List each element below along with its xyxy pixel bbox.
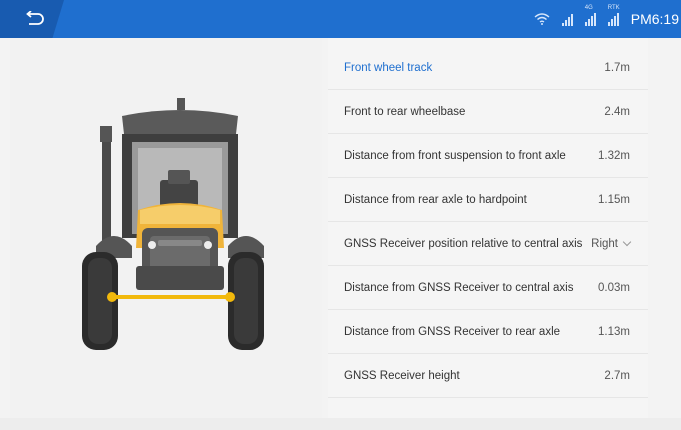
row-gnss-to-central-axis[interactable]: Distance from GNSS Receiver to central a… [328, 266, 648, 310]
row-front-suspension-to-front-axle[interactable]: Distance from front suspension to front … [328, 134, 648, 178]
position-dropdown[interactable]: Right [591, 237, 632, 250]
back-button[interactable] [0, 0, 64, 38]
row-label: GNSS Receiver height [344, 369, 460, 382]
vehicle-parameters-list: Front wheel track 1.7m Front to rear whe… [328, 38, 648, 418]
row-rear-axle-to-hardpoint[interactable]: Distance from rear axle to hardpoint 1.1… [328, 178, 648, 222]
wifi-icon [534, 13, 550, 25]
cell-signal-icon: RTK [607, 5, 620, 26]
row-value: 1.13m [598, 325, 630, 338]
row-label: Distance from rear axle to hardpoint [344, 193, 527, 206]
bottom-strip [0, 418, 681, 430]
clock: PM6:19 [630, 11, 679, 27]
cell-signal-icon [561, 12, 573, 26]
signal-label-4g: 4G [584, 5, 593, 11]
cell-signal-icon: 4G [584, 5, 596, 26]
tractor-viewer [10, 38, 322, 418]
row-value: 2.7m [604, 369, 630, 382]
row-value: 1.32m [598, 149, 630, 162]
row-front-wheel-track[interactable]: Front wheel track 1.7m [328, 46, 648, 90]
row-label: Distance from GNSS Receiver to central a… [344, 281, 574, 294]
row-label: Front wheel track [344, 61, 433, 74]
row-label: Distance from GNSS Receiver to rear axle [344, 325, 561, 338]
row-label: Distance from front suspension to front … [344, 149, 566, 162]
signal-label-rtk: RTK [607, 5, 620, 11]
row-label: GNSS Receiver position relative to centr… [344, 237, 583, 250]
row-value: 1.7m [604, 61, 630, 74]
top-bar: 4G RTK PM6:19 [0, 0, 681, 38]
row-value: 1.15m [598, 193, 630, 206]
row-front-to-rear-wheelbase[interactable]: Front to rear wheelbase 2.4m [328, 90, 648, 134]
row-value: 0.03m [598, 281, 630, 294]
tractor-illustration [82, 98, 264, 350]
row-gnss-receiver-height[interactable]: GNSS Receiver height 2.7m [328, 354, 648, 398]
row-gnss-position-relative-to-axis[interactable]: GNSS Receiver position relative to centr… [328, 222, 648, 266]
back-arrow-icon [26, 11, 44, 25]
chevron-down-icon [622, 237, 632, 246]
dropdown-value: Right [591, 237, 618, 250]
row-value: 2.4m [604, 105, 630, 118]
row-gnss-to-rear-axle[interactable]: Distance from GNSS Receiver to rear axle… [328, 310, 648, 354]
row-label: Front to rear wheelbase [344, 105, 466, 118]
status-bar: 4G RTK PM6:19 [534, 0, 681, 38]
